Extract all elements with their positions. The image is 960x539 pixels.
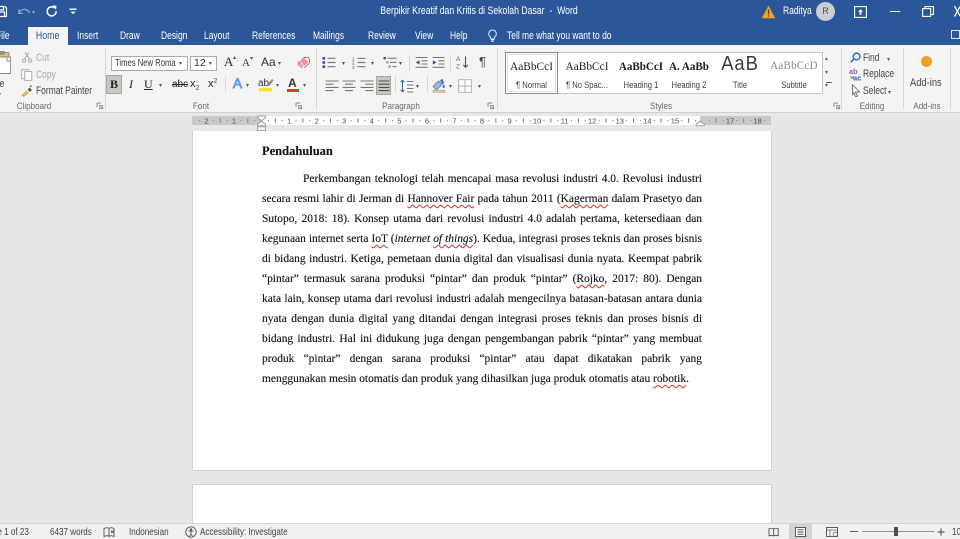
svg-text:3: 3	[342, 116, 346, 125]
svg-text:Z: Z	[456, 64, 460, 71]
svg-text:4: 4	[370, 116, 374, 125]
svg-text:1: 1	[287, 116, 291, 125]
svg-text:ac: ac	[853, 74, 861, 82]
svg-text:9: 9	[508, 116, 512, 125]
svg-text:3: 3	[352, 65, 355, 69]
svg-text:18: 18	[753, 116, 761, 125]
svg-text:15: 15	[671, 116, 679, 125]
svg-text:17: 17	[726, 116, 734, 125]
svg-text:1: 1	[232, 116, 236, 125]
svg-text:8: 8	[480, 116, 484, 125]
svg-text:A: A	[456, 56, 461, 63]
svg-text:2: 2	[204, 116, 208, 125]
svg-text:5: 5	[397, 116, 401, 125]
svg-text:13: 13	[616, 116, 624, 125]
svg-text:6: 6	[425, 116, 429, 125]
svg-text:ab: ab	[258, 78, 270, 89]
svg-text:7: 7	[452, 116, 456, 125]
svg-text:12: 12	[588, 116, 596, 125]
svg-text:10: 10	[533, 116, 541, 125]
svg-text:14: 14	[643, 116, 651, 125]
svg-text:11: 11	[561, 116, 569, 125]
svg-text:2: 2	[315, 116, 319, 125]
